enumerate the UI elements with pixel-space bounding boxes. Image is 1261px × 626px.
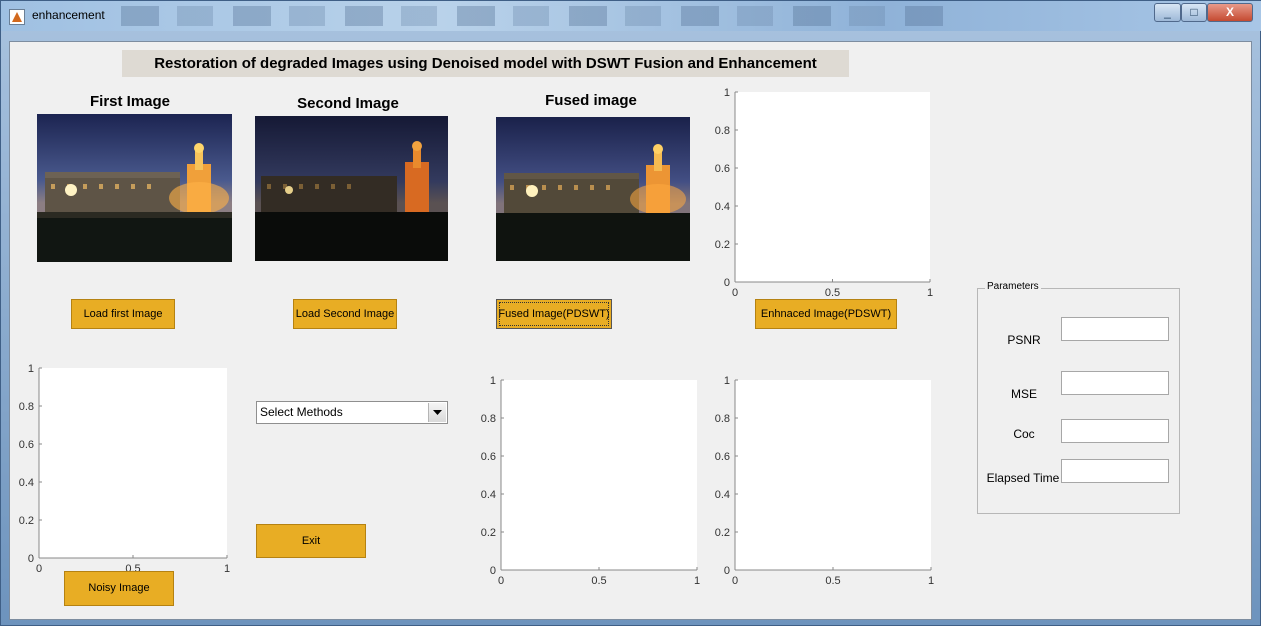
- enhanced-result-axes-y-tick-label: 1: [724, 375, 730, 387]
- fused-result-axes-plot-area: [501, 380, 697, 570]
- psnr-field[interactable]: [1061, 317, 1169, 341]
- noisy-image-axes-y-tick-label: 1: [28, 363, 34, 375]
- chevron-down-icon[interactable]: [428, 403, 446, 422]
- enhanced-result-axes-y-tick-label: 0: [724, 565, 730, 577]
- load-first-image-button[interactable]: Load first Image: [71, 299, 175, 329]
- first-image-title: First Image: [89, 93, 171, 110]
- fused-result-axes-y-tick-label: 1: [490, 375, 496, 387]
- noisy-image-axes-x-tick-label: 0: [36, 563, 42, 575]
- noisy-image-axes-y-tick-label: 0.6: [19, 439, 34, 451]
- fused-result-axes-x-tick-label: 1: [694, 575, 700, 587]
- parameters-legend: Parameters: [985, 281, 1041, 292]
- enhanced-image-axes-y-tick-label: 0.6: [715, 163, 730, 175]
- close-button[interactable]: X: [1207, 3, 1253, 22]
- fused-image-photo: [496, 117, 690, 261]
- fused-result-axes-y-tick-label: 0.8: [481, 413, 496, 425]
- coc-field[interactable]: [1061, 419, 1169, 443]
- noisy-image-button[interactable]: Noisy Image: [64, 571, 174, 606]
- elapsed-time-label: Elapsed Time: [986, 471, 1060, 485]
- fused-result-axes-y-tick-label: 0.6: [481, 451, 496, 463]
- enhanced-result-axes: 0 0.2 0.4 0.6 0.8 1 0 0.5 1: [705, 369, 945, 601]
- select-methods-value: Select Methods: [260, 405, 343, 419]
- fused-result-axes: 0 0.2 0.4 0.6 0.8 1 0 0.5 1: [465, 369, 705, 601]
- load-second-image-button[interactable]: Load Second Image: [293, 299, 397, 329]
- noisy-image-axes-y-tick-label: 0.4: [19, 477, 34, 489]
- fused-result-axes-svg: 0 0.2 0.4 0.6 0.8 1 0 0.5 1: [481, 375, 700, 587]
- enhanced-image-axes-y-tick-label: 0: [724, 277, 730, 289]
- window-title: enhancement: [32, 8, 105, 22]
- psnr-label: PSNR: [1007, 333, 1041, 347]
- enhanced-image-axes-y-tick-label: 0.8: [715, 125, 730, 137]
- noisy-image-axes-x-tick-label: 1: [224, 563, 230, 575]
- noisy-image-axes: 0 0.2 0.4 0.6 0.8 1 0 0.5 1: [10, 359, 240, 587]
- elapsed-time-field[interactable]: [1061, 459, 1169, 483]
- maximize-button[interactable]: □: [1181, 3, 1207, 22]
- title-bar[interactable]: enhancement _ □ X: [1, 1, 1261, 31]
- title-bar-background-artifact: [121, 6, 951, 26]
- enhanced-result-axes-y-tick-label: 0.6: [715, 451, 730, 463]
- minimize-button[interactable]: _: [1154, 3, 1181, 22]
- enhanced-result-axes-y-tick-label: 0.2: [715, 527, 730, 539]
- enhanced-image-axes-plot-area: [735, 92, 930, 282]
- enhanced-result-axes-y-tick-label: 0.8: [715, 413, 730, 425]
- first-image-photo: [37, 114, 232, 262]
- enhanced-image-axes-y-tick-label: 0.2: [715, 239, 730, 251]
- noisy-image-axes-svg: 00.20.40.60.810 0.5 1: [19, 363, 230, 575]
- fused-result-axes-x-tick-label: 0.5: [591, 575, 606, 587]
- fused-image-title: Fused image: [545, 92, 637, 109]
- enhanced-result-axes-x-tick-label: 0.5: [825, 575, 840, 587]
- coc-label: Coc: [1013, 427, 1035, 441]
- fused-image-button[interactable]: Fused Image(PDSWT): [496, 299, 612, 329]
- enhanced-image-axes-y-tick-label: 0.4: [715, 201, 730, 213]
- app-window: enhancement _ □ X Restoration of degrade…: [0, 0, 1261, 626]
- exit-button[interactable]: Exit: [256, 524, 366, 558]
- fused-result-axes-y-tick-label: 0.2: [481, 527, 496, 539]
- parameters-panel: Parameters PSNR MSE Coc Elapsed Time: [977, 281, 1180, 514]
- enhanced-result-axes-x-tick-label: 0: [732, 575, 738, 587]
- enhanced-result-axes-svg: 0 0.2 0.4 0.6 0.8 1 0 0.5 1: [715, 375, 934, 587]
- enhanced-result-axes-y-tick-label: 0.4: [715, 489, 730, 501]
- mse-label: MSE: [1010, 387, 1037, 401]
- second-image-photo: [255, 116, 448, 261]
- figure-client-area: Restoration of degraded Images using Den…: [9, 41, 1252, 620]
- enhanced-image-axes-x-tick-label: 0.5: [825, 287, 840, 299]
- enhanced-image-axes-x-tick-label: 1: [927, 287, 933, 299]
- second-image-title: Second Image: [297, 95, 399, 112]
- enhanced-image-axes-x-tick-label: 0: [732, 287, 738, 299]
- noisy-image-axes-y-tick-label: 0.2: [19, 515, 34, 527]
- enhanced-image-axes-y-tick-label: 1: [724, 87, 730, 99]
- fused-result-axes-y-tick-label: 0: [490, 565, 496, 577]
- enhanced-result-axes-x-tick-label: 1: [928, 575, 934, 587]
- page-title: Restoration of degraded Images using Den…: [122, 50, 849, 77]
- matlab-figure-icon: [9, 9, 25, 25]
- fused-result-axes-y-tick-label: 0.4: [481, 489, 496, 501]
- fused-result-axes-x-tick-label: 0: [498, 575, 504, 587]
- select-methods-dropdown[interactable]: Select Methods: [256, 401, 448, 424]
- enhanced-result-axes-plot-area: [735, 380, 931, 570]
- enhanced-image-button[interactable]: Enhnaced Image(PDSWT): [755, 299, 897, 329]
- noisy-image-axes-plot-area: [39, 368, 227, 558]
- noisy-image-axes-y-tick-label: 0.8: [19, 401, 34, 413]
- noisy-image-axes-y-tick-label: 0: [28, 553, 34, 565]
- mse-field[interactable]: [1061, 371, 1169, 395]
